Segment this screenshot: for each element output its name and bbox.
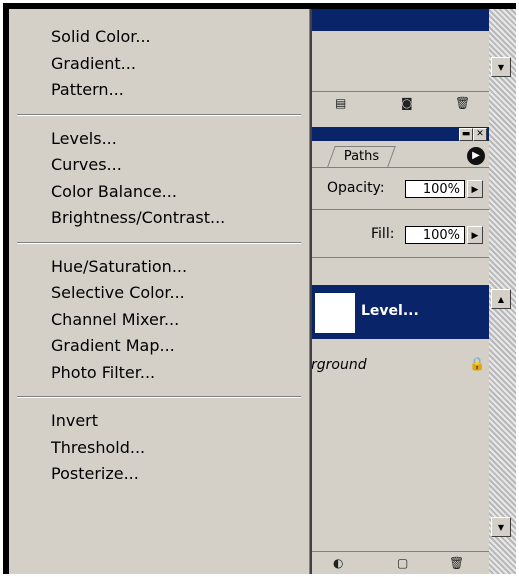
menu-item-selective-color[interactable]: Selective Color...: [51, 283, 185, 302]
layers-panel: ▬ ✕ Paths ▶ Opacity: 100% ▶ Fill: 100% ▶…: [309, 127, 489, 574]
layer-row-selected[interactable]: Level...: [309, 285, 489, 339]
opacity-separator: [309, 209, 489, 210]
menu-item-pattern[interactable]: Pattern...: [51, 80, 124, 99]
layers-panel-titlebar: ▬ ✕: [309, 127, 489, 141]
menu-item-gradient-map[interactable]: Gradient Map...: [51, 336, 175, 355]
frame-overlay: ▼ ▤ ◙ 🗑 ▬ ✕ Paths ▶ Opacity: 100% ▶ Fill…: [3, 3, 516, 574]
menu-item-color-balance[interactable]: Color Balance...: [51, 182, 177, 201]
scroll-down-arrow-top[interactable]: ▼: [491, 57, 511, 77]
minimize-icon[interactable]: ▬: [459, 128, 473, 141]
menu-item-posterize[interactable]: Posterize...: [51, 464, 139, 483]
menu-item-solid-color[interactable]: Solid Color...: [51, 27, 151, 46]
opacity-label: Opacity:: [327, 180, 385, 196]
layer-thumbnail: [315, 293, 355, 333]
new-document-icon[interactable]: ▤: [335, 96, 351, 110]
scroll-up-arrow[interactable]: ▲: [491, 289, 511, 309]
fill-separator: [309, 257, 489, 258]
app-area: ▼ ▤ ◙ 🗑 ▬ ✕ Paths ▶ Opacity: 100% ▶ Fill…: [9, 9, 516, 574]
trash-icon[interactable]: 🗑: [455, 96, 471, 110]
opacity-stepper[interactable]: ▶: [467, 180, 483, 198]
fill-label: Fill:: [371, 226, 395, 242]
adjustment-layer-icon[interactable]: ◐: [333, 556, 349, 570]
history-panel-titlebar: [309, 9, 489, 31]
menu-separator: [17, 396, 301, 398]
tab-separator: [309, 167, 489, 168]
history-button-bar: ▤ ◙ 🗑: [309, 91, 489, 116]
menu-separator: [17, 114, 301, 116]
tab-paths[interactable]: Paths: [327, 146, 397, 167]
delete-layer-icon[interactable]: 🗑: [449, 556, 465, 570]
menu-item-channel-mixer[interactable]: Channel Mixer...: [51, 310, 179, 329]
adjustment-layer-menu: Solid Color... Gradient... Pattern... Level…: [9, 9, 310, 574]
close-icon[interactable]: ✕: [473, 128, 487, 141]
lock-icon: 🔒: [469, 357, 486, 372]
new-layer-icon[interactable]: ▢: [397, 556, 413, 570]
opacity-input[interactable]: 100%: [405, 180, 465, 198]
menu-item-hue-saturation[interactable]: Hue/Saturation...: [51, 257, 187, 276]
fill-input[interactable]: 100%: [405, 226, 465, 244]
menu-item-invert[interactable]: Invert: [51, 411, 98, 430]
layer-name: Level...: [361, 303, 419, 319]
background-layer-name[interactable]: rground: [311, 357, 367, 373]
panel-menu-icon[interactable]: ▶: [467, 147, 485, 165]
menu-item-curves[interactable]: Curves...: [51, 155, 122, 174]
menu-item-levels[interactable]: Levels...: [51, 129, 117, 148]
menu-item-photo-filter[interactable]: Photo Filter...: [51, 363, 155, 382]
snapshot-camera-icon[interactable]: ◙: [401, 96, 417, 110]
fill-stepper[interactable]: ▶: [467, 226, 483, 244]
scroll-down-arrow[interactable]: ▼: [491, 517, 511, 537]
layers-button-bar: ◐ ▢ 🗑: [309, 551, 489, 574]
menu-item-brightness-contrast[interactable]: Brightness/Contrast...: [51, 208, 225, 227]
menu-item-gradient[interactable]: Gradient...: [51, 54, 136, 73]
menu-item-threshold[interactable]: Threshold...: [51, 438, 145, 457]
menu-separator: [17, 242, 301, 244]
